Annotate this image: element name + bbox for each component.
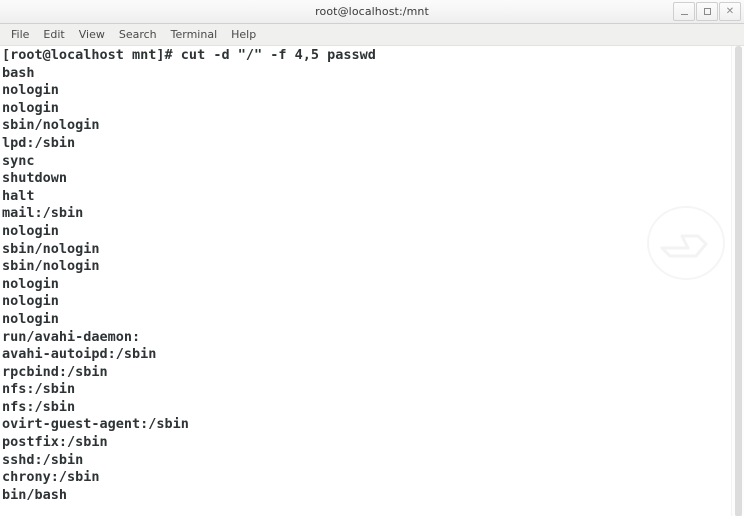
terminal-line: bash: [2, 64, 35, 81]
titlebar[interactable]: root@localhost:/mnt ✕: [0, 0, 744, 24]
terminal-line: nologin: [2, 310, 59, 327]
window-controls: ✕: [673, 2, 741, 21]
terminal-window: root@localhost:/mnt ✕ File Edit View Sea…: [0, 0, 744, 516]
terminal-line: postfix:/sbin: [2, 434, 108, 451]
terminal-line: bin/bash: [2, 486, 68, 503]
terminal-line: nologin: [2, 99, 59, 116]
scrollbar-thumb[interactable]: [735, 46, 742, 516]
terminal-line: avahi-autoipd:/sbin: [2, 346, 157, 363]
menu-item-edit[interactable]: Edit: [36, 27, 71, 43]
menu-item-search[interactable]: Search: [112, 27, 164, 43]
minimize-icon: [680, 13, 688, 15]
minimize-button[interactable]: [673, 2, 695, 21]
maximize-icon: [703, 8, 711, 15]
window-title: root@localhost:/mnt: [315, 5, 429, 18]
terminal-line: nologin: [2, 293, 59, 310]
menu-item-file[interactable]: File: [4, 27, 36, 43]
terminal-line: sync: [2, 152, 35, 169]
terminal-line: sbin/nologin: [2, 240, 100, 257]
terminal-line: sshd:/sbin: [2, 451, 84, 468]
terminal-line: mail:/sbin: [2, 205, 84, 222]
terminal-line: lpd:/sbin: [2, 134, 76, 151]
terminal-screen[interactable]: [root@localhost mnt]# cut -d "/" -f 4,5 …: [0, 46, 744, 516]
maximize-button[interactable]: [696, 2, 718, 21]
terminal-line: nologin: [2, 275, 59, 292]
menubar: File Edit View Search Terminal Help: [0, 24, 744, 46]
close-button[interactable]: ✕: [719, 2, 741, 21]
terminal-line: sbin/nologin: [2, 117, 100, 134]
terminal-line: ovirt-guest-agent:/sbin: [2, 416, 189, 433]
terminal-line: nfs:/sbin: [2, 398, 76, 415]
menu-item-terminal[interactable]: Terminal: [164, 27, 225, 43]
terminal-line: sbin/nologin: [2, 258, 100, 275]
terminal-line: chrony:/sbin: [2, 469, 100, 486]
terminal-scrollbar[interactable]: [731, 46, 744, 516]
terminal-line: halt: [2, 187, 35, 204]
close-icon: ✕: [725, 5, 735, 17]
terminal-line: nologin: [2, 82, 59, 99]
menu-item-view[interactable]: View: [72, 27, 112, 43]
menu-item-help[interactable]: Help: [224, 27, 263, 43]
terminal-line: rpcbind:/sbin: [2, 363, 108, 380]
terminal-line: nfs:/sbin: [2, 381, 76, 398]
terminal-output: [root@localhost mnt]# cut -d "/" -f 4,5 …: [0, 46, 731, 504]
terminal-line-prompt: [root@localhost mnt]# cut -d "/" -f 4,5 …: [2, 47, 376, 63]
terminal-line: shutdown: [2, 170, 68, 187]
terminal-line: run/avahi-daemon:: [2, 328, 141, 345]
terminal-line: nologin: [2, 222, 59, 239]
